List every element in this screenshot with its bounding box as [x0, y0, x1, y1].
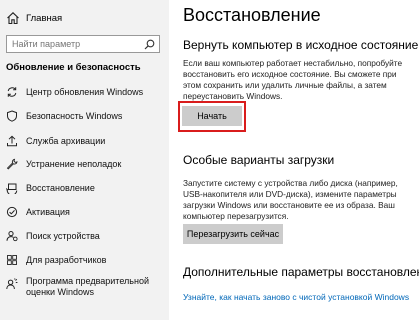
sidebar-item-troubleshoot[interactable]: Устранение неполадок — [6, 156, 166, 172]
sidebar-item-label: Устранение неполадок — [26, 159, 122, 169]
sidebar-item-activation[interactable]: Активация — [6, 204, 166, 220]
recovery-icon — [6, 183, 18, 194]
advanced-startup-description: Запустите систему с устройства либо диск… — [183, 178, 398, 221]
sync-icon — [7, 87, 17, 97]
fresh-start-link[interactable]: Узнайте, как начать заново с чистой уста… — [183, 292, 409, 302]
recovery-page: Восстановление Вернуть компьютер в исход… — [169, 0, 419, 320]
reset-pc-heading: Вернуть компьютер в исходное состояние — [183, 38, 419, 52]
upload-icon — [7, 135, 17, 147]
get-started-button[interactable]: Начать — [182, 106, 242, 126]
sidebar-item-recovery[interactable]: Восстановление — [6, 180, 166, 196]
sidebar-item-windows-security[interactable]: Безопасность Windows — [6, 108, 166, 124]
sidebar-section-title: Обновление и безопасность — [6, 62, 141, 73]
sidebar-item-label: Для разработчиков — [26, 255, 107, 265]
sidebar-item-windows-update[interactable]: Центр обновления Windows — [6, 84, 166, 100]
home-icon — [7, 12, 19, 25]
wrench-icon — [6, 158, 18, 170]
home-nav-item[interactable]: Главная — [6, 10, 62, 26]
activation-icon — [6, 206, 18, 218]
sidebar-item-label: Безопасность Windows — [26, 111, 123, 121]
search-input[interactable] — [12, 39, 137, 49]
sidebar-item-label: Служба архивации — [26, 136, 106, 146]
sidebar-item-developers[interactable]: Для разработчиков — [6, 252, 166, 268]
reset-pc-description: Если ваш компьютер работает нестабильно,… — [183, 58, 403, 101]
insider-icon — [6, 278, 18, 290]
more-recovery-options-heading: Дополнительные параметры восстановления — [183, 265, 419, 279]
advanced-startup-heading: Особые варианты загрузки — [183, 153, 335, 167]
sidebar-item-insider[interactable]: Программа предварительной оценки Windows — [6, 276, 166, 302]
sidebar-item-label: Поиск устройства — [26, 231, 100, 241]
shield-icon — [7, 110, 17, 122]
settings-search-box[interactable] — [6, 35, 160, 53]
home-label: Главная — [26, 12, 63, 24]
sidebar-item-label: Программа предварительной оценки Windows — [26, 276, 149, 297]
developer-icon — [7, 255, 17, 265]
person-pin-icon — [6, 231, 18, 242]
sidebar-item-label: Центр обновления Windows — [26, 87, 144, 97]
sidebar-item-find-device[interactable]: Поиск устройства — [6, 228, 166, 244]
page-title: Восстановление — [183, 5, 321, 25]
settings-sidebar: Главная Обновление и безопасность Центр … — [0, 0, 169, 320]
search-icon[interactable] — [144, 39, 155, 50]
restart-now-button[interactable]: Перезагрузить сейчас — [183, 224, 283, 244]
sidebar-item-label: Восстановление — [26, 183, 95, 193]
sidebar-item-backup[interactable]: Служба архивации — [6, 133, 166, 149]
sidebar-item-label: Активация — [26, 207, 70, 217]
